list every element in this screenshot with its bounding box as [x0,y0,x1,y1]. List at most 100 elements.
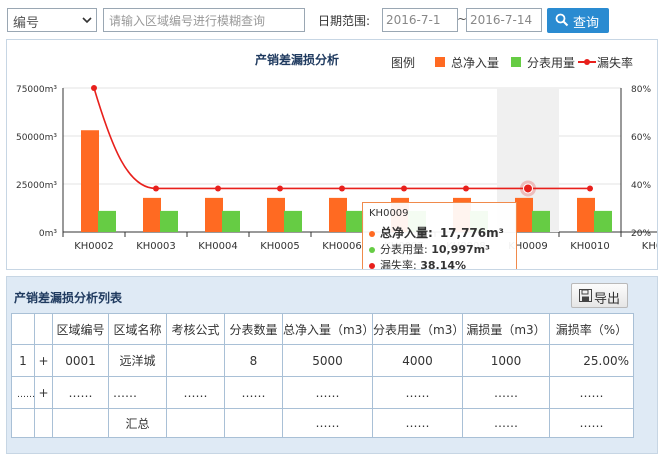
table-header [11,313,35,345]
loss-rate-point [277,185,283,192]
loss-rate-point [339,185,345,192]
search-icon [555,13,569,27]
x-tick-label: KH0 [642,241,658,252]
loss-rate-point [523,183,533,194]
date-to-field[interactable]: 2016-7-14 [466,8,542,32]
cell-area-code: …… [52,376,109,409]
date-range-label: 日期范围: [318,14,371,28]
query-button[interactable]: 查询 [547,8,609,33]
x-tick-label: KH0006 [322,241,362,252]
bar-net-inflow [577,197,595,232]
table-summary-row: 汇总 …… …… …… …… [11,408,634,438]
chart-canvas: 0m³ 25000m³ 50000m³ 75000m³ 20% 40% 60% 80% KH00… [16,85,658,252]
tooltip-dot [369,263,375,269]
export-button-label: 导出 [594,292,621,307]
cell-loss-rate: …… [549,376,634,409]
field-select[interactable]: 编号 [7,8,97,32]
chart-panel: 产销差漏损分析 图例 总净入量 分表用量 漏失率 0m³ 25000m³ 50000… [6,39,658,270]
tooltip-label: 漏失率: [380,259,417,270]
cell-net-inflow: …… [282,376,373,409]
expand-toggle [34,408,53,438]
chart-tooltip: KH0009 总净入量: 17,776m³ 分表用量: 10,997m³ 漏失率… [362,202,517,270]
cell-loss-rate: …… [549,408,634,438]
table-header[interactable]: 分表数量 [224,313,283,345]
expand-toggle[interactable]: + [34,376,53,409]
table-header[interactable]: 考核公式 [166,313,225,345]
table-header [34,313,53,345]
table-header[interactable]: 分表用量（m3） [372,313,463,345]
bar-meter-usage [594,210,612,232]
bar-net-inflow [205,197,223,232]
cell-formula: …… [166,376,225,409]
cell-meter-count: 8 [224,344,283,377]
table-header[interactable]: 漏损率（%） [549,313,634,345]
tooltip-title: KH0009 [369,208,409,219]
loss-rate-point [463,185,469,192]
table-row[interactable]: 1 + 0001 远洋城 8 5000 4000 1000 25.00% [11,344,634,377]
table-row[interactable]: …… + …… …… …… …… …… …… …… …… [11,376,634,409]
date-from-field[interactable]: 2016-7-1 [382,8,458,32]
table-header[interactable]: 总净入量（m3） [282,313,373,345]
row-index [11,408,35,438]
cell-loss-rate: 25.00% [549,344,634,377]
cell-meter-count [224,408,283,438]
expand-toggle[interactable]: + [34,344,53,377]
tooltip-dot [369,231,375,237]
save-icon [579,289,592,302]
y-right-tick-label: 20% [631,229,651,239]
bar-meter-usage [532,210,550,232]
cell-area-name: 远洋城 [108,344,167,377]
cell-summary-label: 汇总 [108,408,167,438]
y-left-tick-label: 25000m³ [16,181,57,191]
x-tick-label: KH0003 [136,241,176,252]
x-tick-label: KH0002 [74,241,114,252]
list-panel: 产销差漏损分析列表 导出 区域编号 区域名称 考核公式 分表数量 总净入量（m3… [6,276,658,454]
loss-rate-point [91,85,97,91]
table-header[interactable]: 漏损量（m3） [462,313,550,345]
tooltip-value: 10,997m³ [431,243,490,256]
bar-meter-usage [160,210,178,232]
cell-formula [166,408,225,438]
chevron-down-icon [82,17,92,24]
bar-net-inflow [329,197,347,232]
loss-rate-point [153,185,159,192]
bar-meter-usage [222,210,240,232]
search-input[interactable]: 请输入区域编号进行模糊查询 [103,8,305,32]
bar-net-inflow [81,130,99,232]
x-tick-label: KH0005 [260,241,300,252]
tooltip-row-loss-rate: 漏失率: 38.14% [369,257,467,270]
loss-rate-point [401,185,407,192]
tooltip-value: 17,776m³ [439,226,504,240]
bar-meter-usage [284,210,302,232]
y-left-tick-label: 75000m³ [16,85,57,95]
cell-area-code: 0001 [52,344,109,377]
bar-net-inflow [515,197,533,232]
cell-meter-usage: …… [372,408,463,438]
export-button[interactable]: 导出 [571,283,628,308]
cell-loss-amount: 1000 [462,344,550,377]
bar-net-inflow [267,197,285,232]
cell-net-inflow: 5000 [282,344,373,377]
y-left-tick-label: 0m³ [39,229,57,239]
row-index: 1 [11,344,35,377]
tooltip-dot [369,247,375,253]
cell-meter-count: …… [224,376,283,409]
tooltip-label: 分表用量: [380,243,428,256]
list-title: 产销差漏损分析列表 [14,291,123,305]
loss-rate-point [215,185,221,192]
cell-area-name: …… [108,376,167,409]
table-header[interactable]: 区域名称 [108,313,167,345]
bar-net-inflow [143,197,161,232]
loss-rate-point [587,185,593,192]
table-header-row: 区域编号 区域名称 考核公式 分表数量 总净入量（m3） 分表用量（m3） 漏损… [11,313,634,345]
tooltip-value: 38.14% [420,259,467,270]
tooltip-row-net-inflow: 总净入量: 17,776m³ [369,224,504,241]
x-tick-label: KH0010 [570,241,610,252]
table-header[interactable]: 区域编号 [52,313,109,345]
analysis-table: 区域编号 区域名称 考核公式 分表数量 总净入量（m3） 分表用量（m3） 漏损… [11,313,634,438]
y-right-tick-label: 80% [631,85,651,95]
cell-loss-amount: …… [462,408,550,438]
y-right-tick-label: 60% [631,133,651,143]
cell-area-code [52,408,109,438]
cell-loss-amount: …… [462,376,550,409]
